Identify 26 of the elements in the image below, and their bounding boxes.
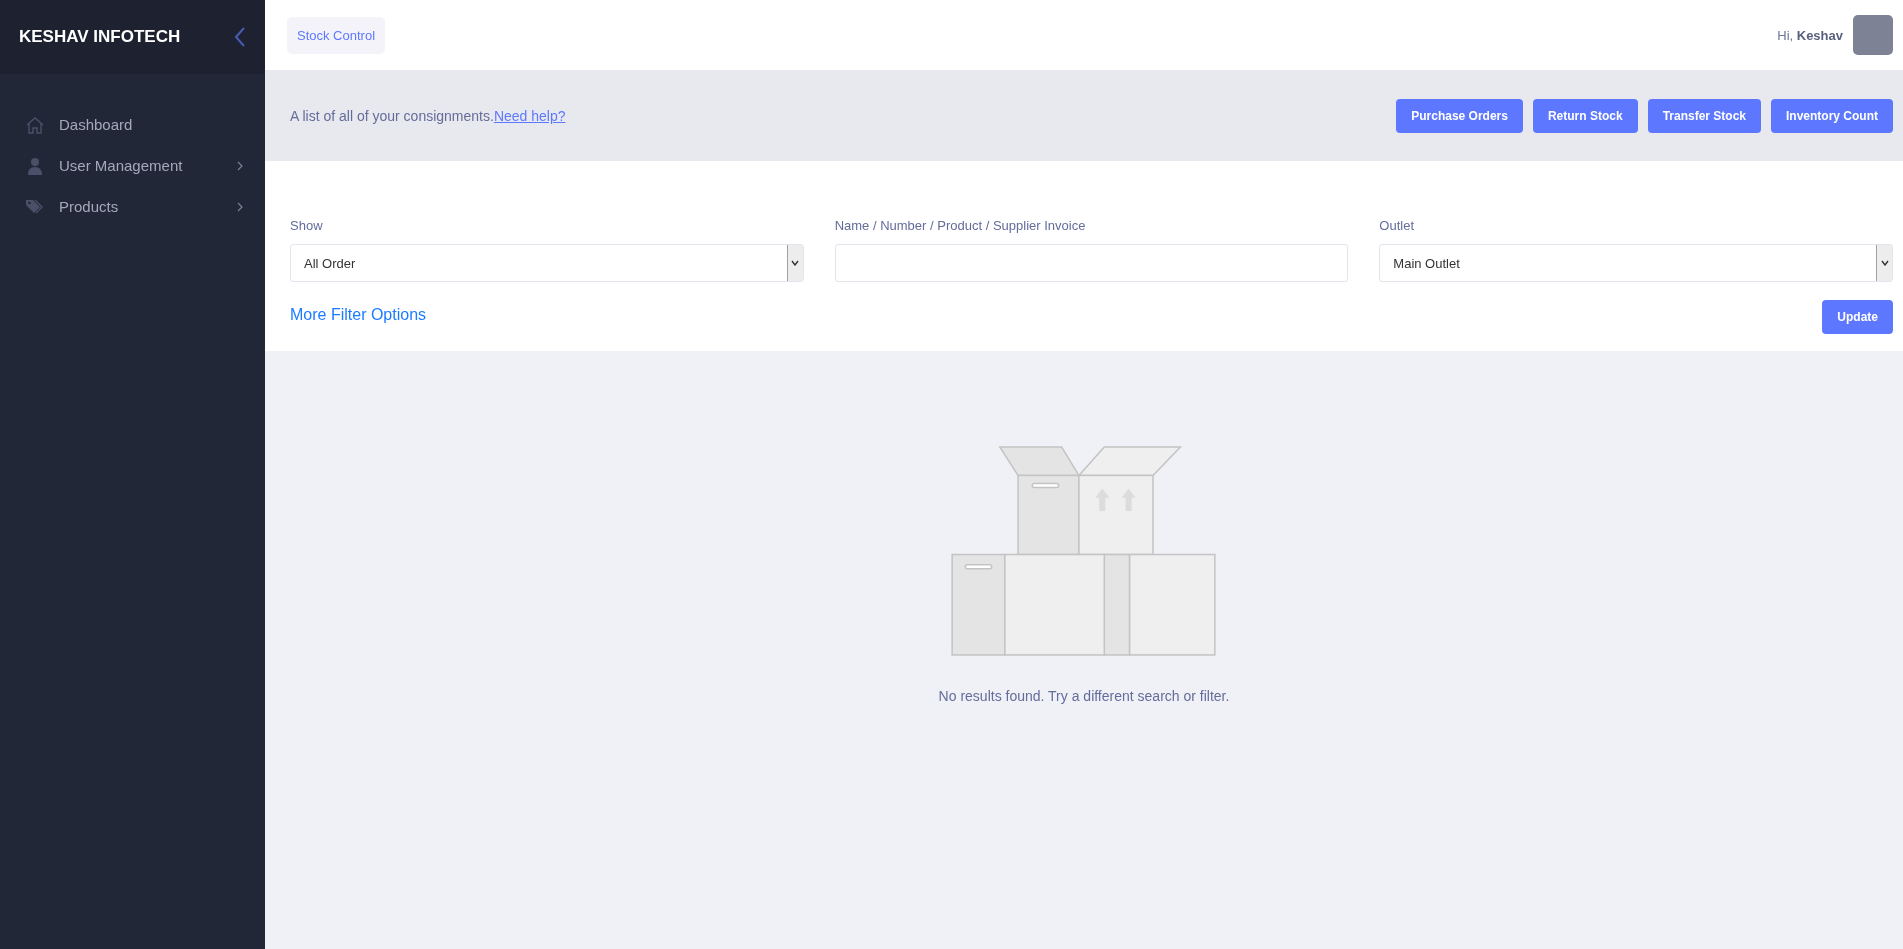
nav-item[interactable]: Dashboard xyxy=(0,104,265,145)
action-button[interactable]: Return Stock xyxy=(1532,98,1638,133)
field-label: Name / Number / Product / Supplier Invoice xyxy=(834,218,1087,233)
home-icon xyxy=(25,114,45,135)
nav-item[interactable]: User Management xyxy=(0,145,265,186)
select-field[interactable]: Main Outlet xyxy=(1379,244,1893,282)
field-label: Show xyxy=(290,218,324,233)
user-icon xyxy=(25,155,45,176)
stock-control-tab[interactable]: Stock Control xyxy=(287,16,386,54)
select-field[interactable]: All Order xyxy=(290,244,804,282)
chevron-right-icon xyxy=(237,160,243,171)
chevron-right-icon xyxy=(237,201,243,212)
brand-name: KESHAV INFOTECH xyxy=(19,27,181,47)
field-label: Outlet xyxy=(1379,218,1415,233)
action-button[interactable]: Inventory Count xyxy=(1771,98,1893,133)
help-link[interactable]: Need help? xyxy=(493,107,566,124)
empty-state-message: No results found. Try a different search or filter. xyxy=(938,688,1230,704)
search-input-field[interactable] xyxy=(834,244,1349,282)
user-greeting: Hi, Keshav xyxy=(1777,27,1843,43)
more-filter-options-link[interactable]: More Filter Options xyxy=(290,306,427,324)
action-button[interactable]: Purchase Orders xyxy=(1396,98,1523,133)
intro-text: A list of all of your consignments.Need help? xyxy=(290,107,566,124)
action-button[interactable]: Transfer Stock xyxy=(1647,98,1761,133)
chevron-left-icon[interactable] xyxy=(234,27,246,47)
update-button[interactable]: Update xyxy=(1822,300,1893,334)
nav-item[interactable]: Products xyxy=(0,186,265,227)
